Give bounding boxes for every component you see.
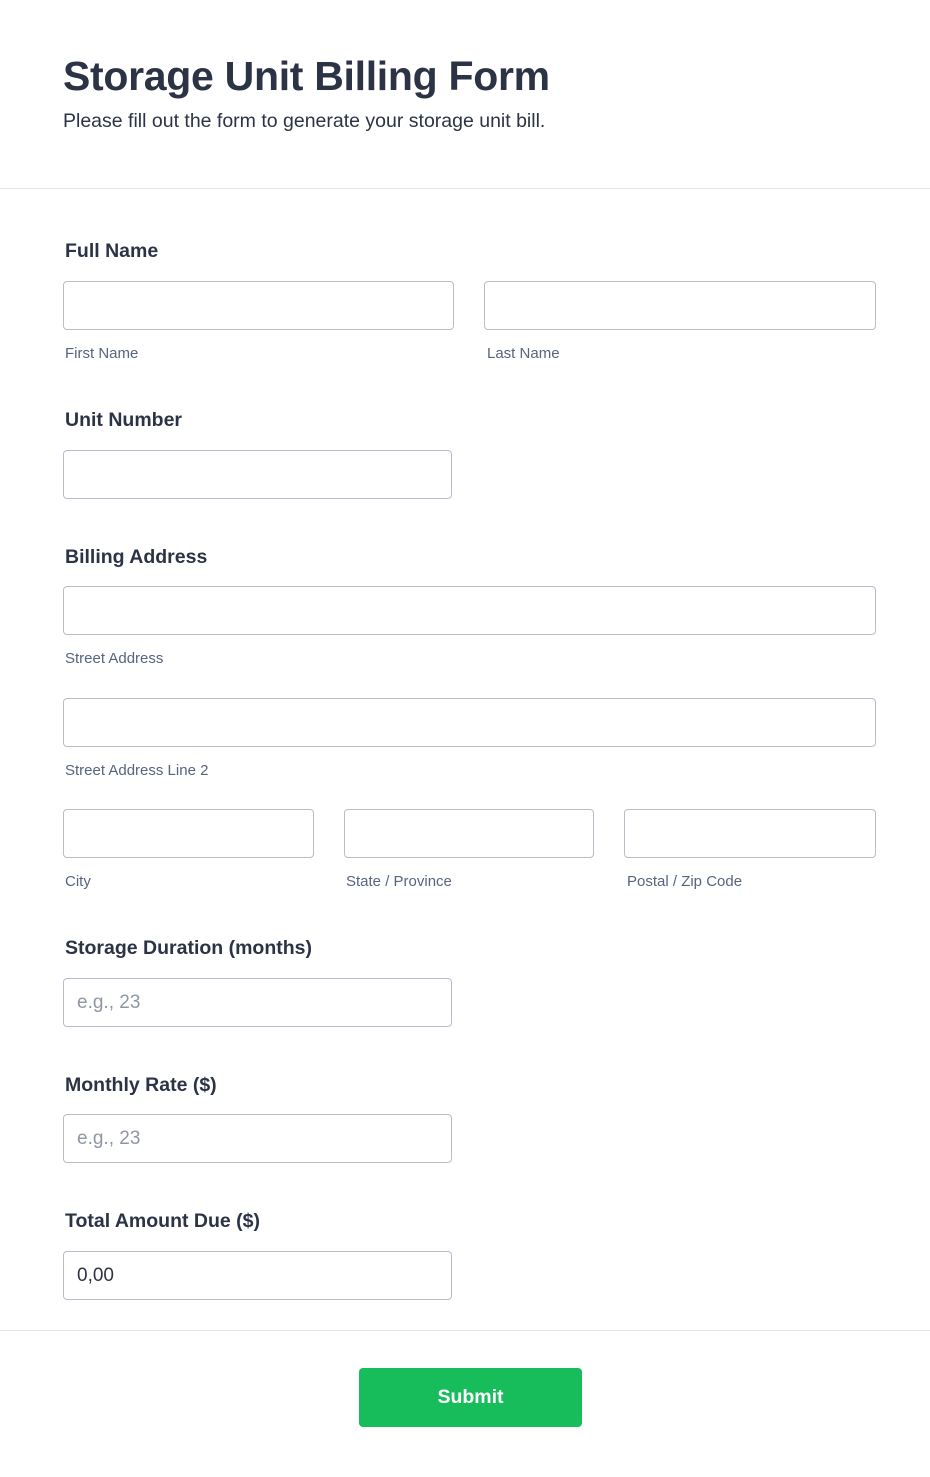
postal-zip-sublabel: Postal / Zip Code <box>627 873 743 890</box>
state-province-input[interactable] <box>344 809 594 858</box>
monthly-rate-input[interactable] <box>63 1114 452 1163</box>
total-amount-due-field[interactable] <box>63 1251 452 1300</box>
form-header: Storage Unit Billing Form Please fill ou… <box>0 0 930 189</box>
full-name-label: Full Name <box>65 240 159 262</box>
storage-duration-input[interactable] <box>63 978 452 1027</box>
unit-number-input[interactable] <box>63 450 452 499</box>
footer-divider <box>0 1330 930 1331</box>
last-name-sublabel: Last Name <box>487 345 560 362</box>
storage-duration-label: Storage Duration (months) <box>65 937 312 959</box>
city-input[interactable] <box>63 809 314 858</box>
city-sublabel: City <box>65 873 91 890</box>
page-subtitle: Please fill out the form to generate you… <box>63 110 546 132</box>
street-address-line2-input[interactable] <box>63 698 876 747</box>
monthly-rate-label: Monthly Rate ($) <box>65 1074 217 1096</box>
last-name-input[interactable] <box>484 281 876 330</box>
first-name-input[interactable] <box>63 281 454 330</box>
street-address-sublabel: Street Address <box>65 650 164 667</box>
postal-zip-input[interactable] <box>624 809 876 858</box>
street-address-input[interactable] <box>63 586 876 635</box>
state-province-sublabel: State / Province <box>346 873 452 890</box>
first-name-sublabel: First Name <box>65 345 139 362</box>
total-amount-due-label: Total Amount Due ($) <box>65 1210 260 1232</box>
street-address-line2-sublabel: Street Address Line 2 <box>65 762 209 779</box>
submit-button[interactable]: Submit <box>359 1368 582 1427</box>
unit-number-label: Unit Number <box>65 409 182 431</box>
page-title: Storage Unit Billing Form <box>63 53 550 99</box>
billing-address-label: Billing Address <box>65 546 208 568</box>
